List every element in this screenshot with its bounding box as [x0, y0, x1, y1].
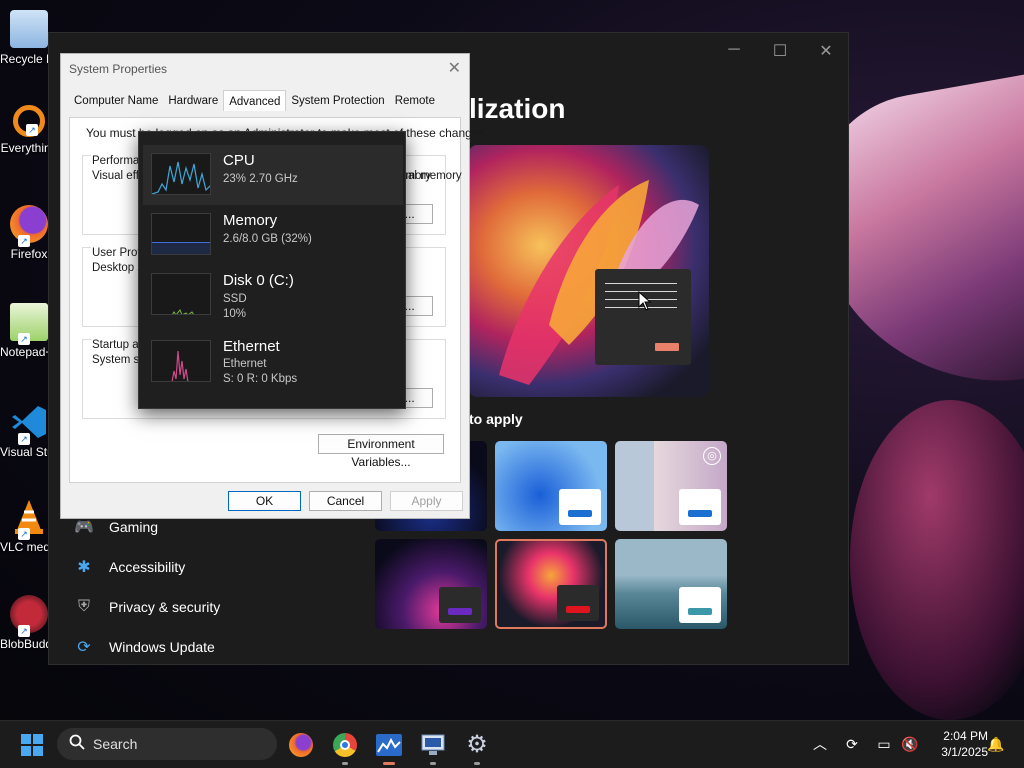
perf-item-memory[interactable]: Memory 2.6/8.0 GB (32%)	[143, 205, 403, 265]
taskbar-clock[interactable]: 2:04 PM 3/1/2025	[926, 728, 988, 760]
theme-thumb-chip	[439, 587, 481, 623]
taskbar-chrome[interactable]	[329, 729, 361, 765]
dialog-close-button[interactable]: ✕	[448, 58, 461, 78]
page-title: lization	[469, 93, 566, 124]
perf-item-cpu[interactable]: CPU 23% 2.70 GHz	[143, 145, 403, 205]
theme-thumb-6[interactable]	[615, 539, 727, 629]
disk-graph	[151, 273, 211, 315]
windows-update-icon: ⟳	[77, 639, 91, 656]
shortcut-arrow-icon: ↗	[18, 333, 30, 345]
minimize-button[interactable]: ─	[711, 41, 757, 59]
theme-thumb-4[interactable]	[375, 539, 487, 629]
theme-preview	[469, 145, 709, 397]
cpu-graph	[151, 153, 211, 195]
theme-thumb-3[interactable]: ◎	[615, 441, 727, 531]
wallpaper-glow	[850, 400, 1024, 720]
notepad-plus-icon: ↗	[10, 303, 48, 345]
shortcut-arrow-icon: ↗	[18, 528, 30, 540]
nav-item-accessibility[interactable]: ✱ Accessibility	[73, 553, 185, 581]
memory-graph	[151, 213, 211, 255]
tab-system-protection[interactable]: System Protection	[286, 92, 389, 111]
tab-remote[interactable]: Remote	[390, 92, 440, 111]
search-input[interactable]	[93, 736, 243, 752]
volume-muted-icon[interactable]: 🔇	[900, 734, 920, 754]
slideshow-icon: ◎	[703, 447, 721, 465]
apply-button[interactable]: Apply	[390, 491, 463, 511]
cancel-button[interactable]: Cancel	[309, 491, 382, 511]
shortcut-arrow-icon: ↗	[18, 433, 30, 445]
everything-search-icon: ↗	[13, 105, 45, 137]
theme-thumb-2[interactable]	[495, 441, 607, 531]
task-manager-icon	[376, 734, 402, 756]
search-icon	[57, 734, 93, 755]
nav-item-windows-update[interactable]: ⟳ Windows Update	[73, 633, 215, 661]
settings-gear-icon: ⚙	[466, 731, 488, 758]
taskbar-system-properties[interactable]	[417, 729, 449, 765]
theme-thumb-chip	[559, 489, 601, 525]
theme-thumb-chip	[679, 587, 721, 623]
recycle-bin-icon	[10, 10, 48, 48]
themes-label: to apply	[469, 411, 523, 427]
gaming-icon: 🎮	[74, 519, 94, 536]
tray-overflow-chevron-icon[interactable]: ︿	[810, 734, 830, 754]
perf-item-ethernet[interactable]: Ethernet Ethernet S: 0 R: 0 Kbps	[143, 332, 403, 392]
tab-computer-name[interactable]: Computer Name	[69, 92, 163, 111]
vlc-icon: ↗	[10, 498, 48, 540]
tab-hardware[interactable]: Hardware	[163, 92, 223, 111]
taskbar-task-manager[interactable]	[373, 729, 405, 765]
performance-panel: CPU 23% 2.70 GHz Memory 2.6/8.0 GB (32%)…	[138, 131, 406, 409]
theme-thumb-chip	[679, 489, 721, 525]
notifications-bell-icon[interactable]: 🔔	[986, 734, 1006, 754]
shortcut-arrow-icon: ↗	[18, 235, 30, 247]
mouse-cursor-icon	[638, 291, 652, 311]
perf-item-disk[interactable]: Disk 0 (C:) SSD 10%	[143, 265, 403, 325]
tab-advanced[interactable]: Advanced	[223, 90, 287, 111]
clock-date: 3/1/2025	[941, 745, 988, 759]
ethernet-graph	[151, 340, 211, 382]
nav-item-privacy[interactable]: ⛨ Privacy & security	[73, 593, 220, 621]
shortcut-arrow-icon: ↗	[26, 124, 38, 136]
accessibility-icon: ✱	[77, 559, 91, 576]
network-icon[interactable]: ▭	[874, 734, 894, 754]
vscode-icon: ↗	[10, 403, 48, 445]
dialog-title: System Properties	[69, 62, 168, 76]
chrome-icon	[333, 733, 357, 757]
firefox-icon: ↗	[10, 205, 48, 247]
sync-status-icon[interactable]: ⟳	[842, 734, 862, 754]
clock-time: 2:04 PM	[943, 729, 988, 743]
blob-icon: ↗	[10, 595, 48, 637]
preview-accent-button	[655, 343, 679, 351]
dialog-tabs: Computer Name Hardware Advanced System P…	[69, 90, 440, 111]
environment-variables-button[interactable]: Environment Variables...	[318, 434, 444, 469]
taskbar-settings[interactable]: ⚙	[461, 729, 493, 765]
shield-icon: ⛨	[77, 598, 90, 615]
firefox-icon	[289, 733, 313, 757]
theme-thumb-chip	[557, 585, 599, 621]
shortcut-arrow-icon: ↗	[18, 625, 30, 637]
preview-window-card	[595, 269, 691, 365]
theme-thumb-5-selected[interactable]	[495, 539, 607, 629]
ok-button[interactable]: OK	[228, 491, 301, 511]
maximize-button[interactable]: ☐	[757, 41, 803, 61]
start-button[interactable]	[16, 729, 48, 761]
taskbar-firefox[interactable]	[285, 729, 317, 761]
taskbar-search-box[interactable]	[57, 728, 277, 760]
start-icon	[21, 734, 43, 756]
system-properties-icon	[421, 734, 445, 755]
close-button[interactable]: ✕	[803, 41, 849, 61]
